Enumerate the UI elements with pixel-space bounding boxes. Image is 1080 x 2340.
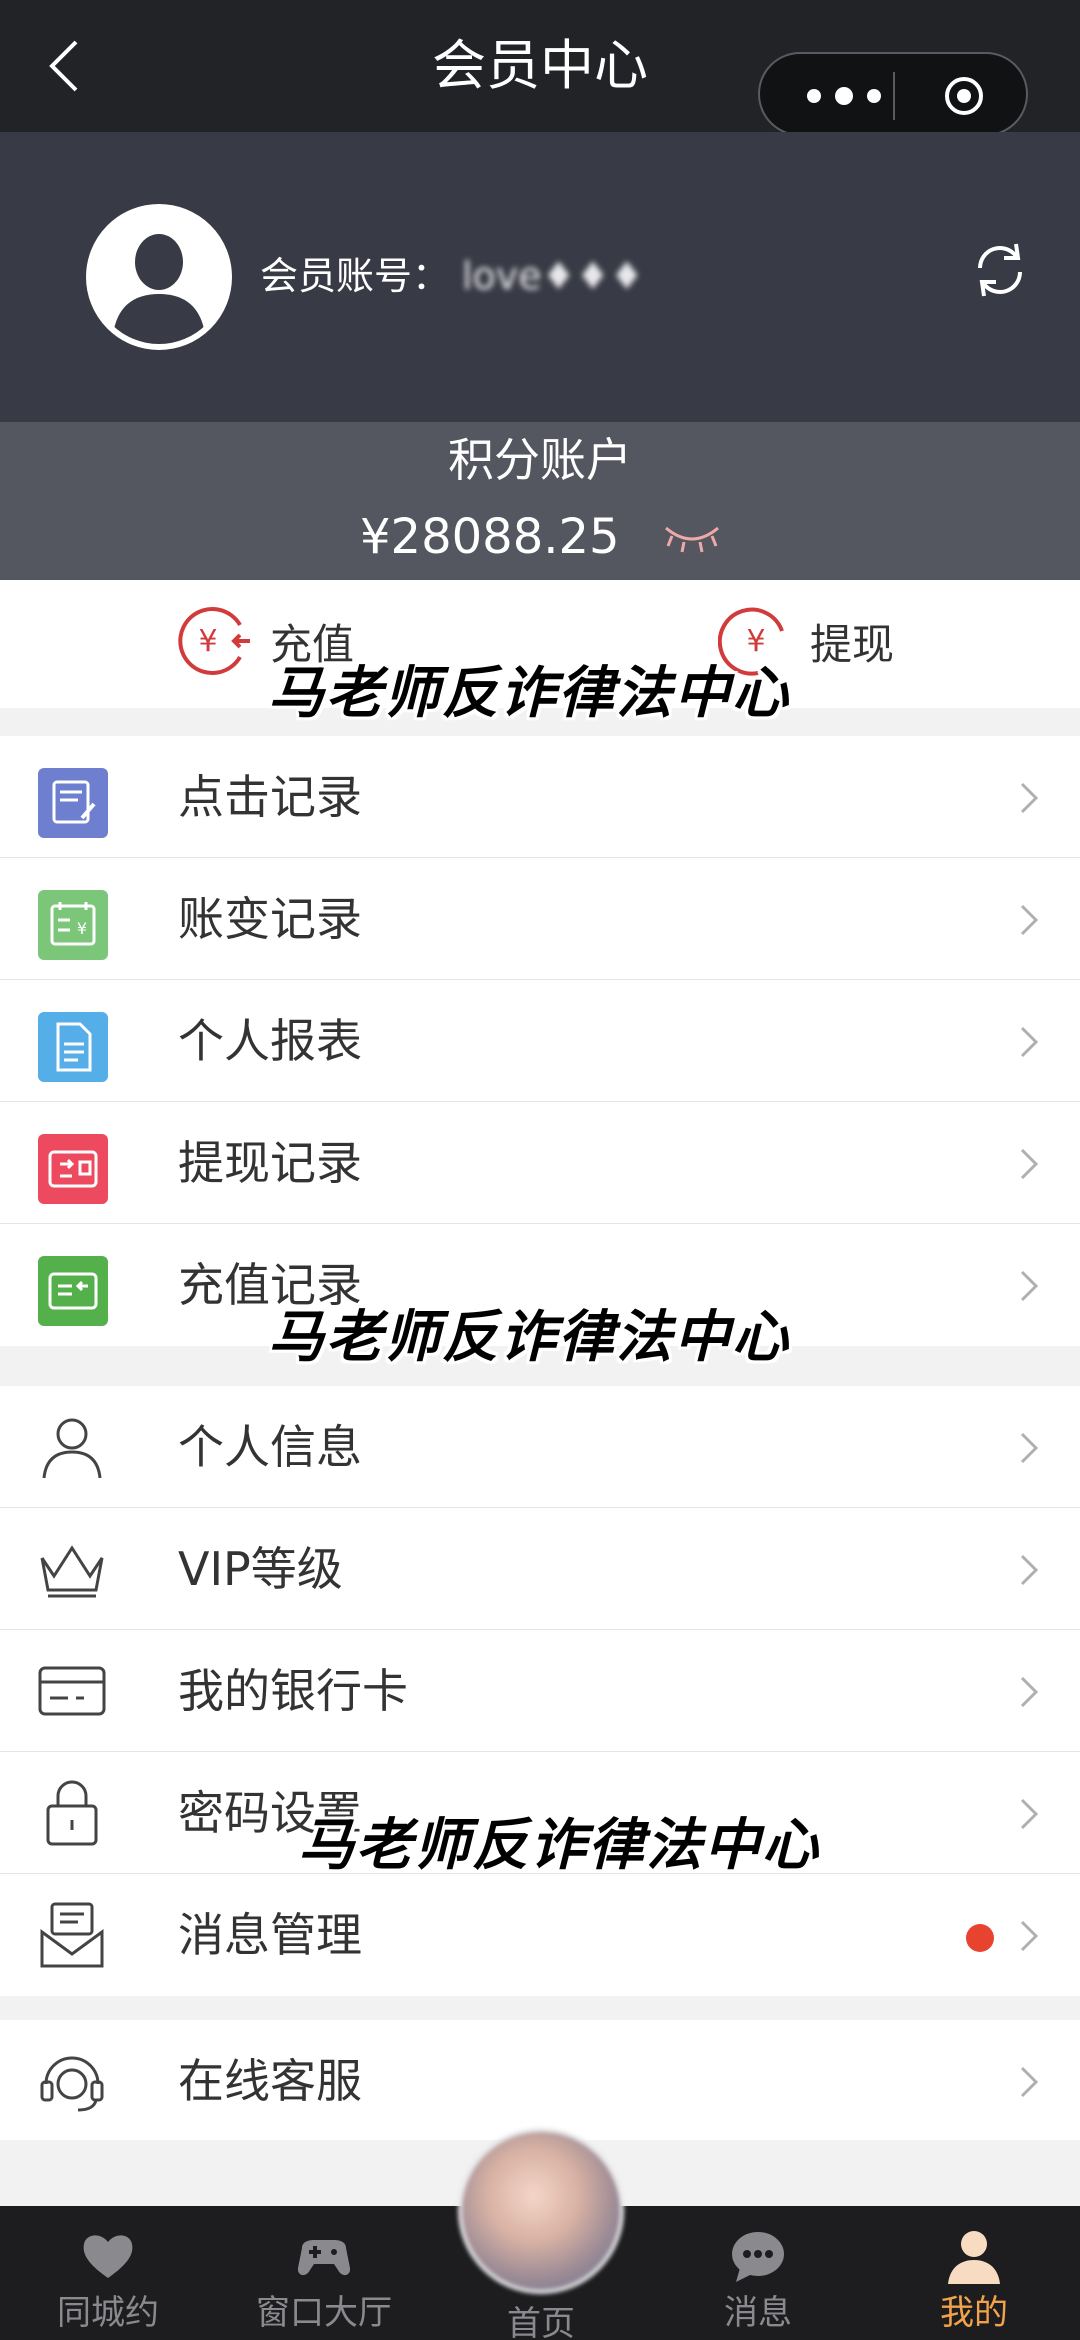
records-menu: 点击记录 ¥ 账变记录 个人报表 提现记录 充值记录 [0,736,1080,1346]
menu-label: 我的银行卡 [178,1664,408,1718]
tab-nearby[interactable]: 同城约 [8,2206,208,2340]
profile-icon [948,2231,1000,2284]
menu-item-message-management[interactable]: 消息管理 [0,1874,1080,1996]
chevron-right-icon [1020,1148,1039,1180]
tab-mine[interactable]: 我的 [874,2206,1074,2340]
tab-label: 同城约 [57,2293,159,2333]
crown-icon [40,1545,104,1598]
tab-messages[interactable]: 消息 [658,2206,858,2340]
chevron-right-icon [1020,1026,1039,1058]
menu-label: 账变记录 [178,892,362,946]
page: 会员中心 会员账号： love♦♦♦ 积分账户 ¥28088.25 ¥ 充值 ¥… [0,0,1080,2340]
click-record-icon [38,768,108,838]
bank-card-icon [38,1666,106,1716]
chevron-right-icon [1020,1920,1039,1952]
chevron-right-icon [1020,1798,1039,1830]
gamepad-icon [297,2240,351,2276]
menu-label: VIP等级 [178,1542,343,1596]
capsule-divider [893,72,895,120]
settings-menu: 个人信息 VIP等级 我的银行卡 密码设置 消息管理 [0,1386,1080,1996]
account-value: love♦♦♦ [462,254,644,298]
tab-label: 窗口大厅 [256,2293,392,2333]
menu-item-bank-card[interactable]: 我的银行卡 [0,1630,1080,1752]
chevron-right-icon [1020,782,1039,814]
watermark: 马老师反诈律法中心 [268,1305,790,1370]
nav-bar: 会员中心 [0,0,1080,136]
account-label: 会员账号： [260,254,451,298]
svg-text:¥: ¥ [198,624,217,659]
watermark: 马老师反诈律法中心 [268,661,790,726]
points-amount: ¥28088.25 [360,509,620,565]
person-icon [42,1418,102,1479]
menu-label: 个人报表 [178,1014,362,1068]
chevron-right-icon [1020,904,1039,936]
tab-label: 我的 [940,2293,1008,2333]
eye-closed-icon[interactable] [662,520,722,556]
heart-icon [83,2235,133,2278]
menu-item-withdraw-record[interactable]: 提现记录 [0,1102,1080,1224]
menu-label: 提现记录 [178,1136,362,1190]
mini-program-capsule [758,52,1028,136]
menu-item-online-service[interactable]: 在线客服 [0,2020,1080,2142]
menu-label: 个人信息 [178,1420,362,1474]
message-icon [40,1902,104,1968]
withdraw-label: 提现 [810,619,895,669]
menu-item-personal-report[interactable]: 个人报表 [0,980,1080,1102]
user-header: 会员账号： love♦♦♦ [0,132,1080,422]
menu-label: 在线客服 [178,2054,362,2108]
headset-icon [40,2056,104,2112]
chevron-right-icon [1020,2066,1039,2098]
withdraw-record-icon [38,1134,108,1204]
menu-item-personal-info[interactable]: 个人信息 [0,1386,1080,1508]
menu-item-click-record[interactable]: 点击记录 [0,736,1080,858]
home-avatar[interactable] [458,2128,624,2294]
unread-dot [966,1924,994,1952]
chat-icon [732,2232,784,2282]
tab-label: 消息 [724,2293,792,2333]
points-account: 积分账户 ¥28088.25 [0,422,1080,580]
close-miniprogram-icon[interactable] [942,74,986,118]
service-menu: 在线客服 [0,2020,1080,2142]
menu-item-account-change[interactable]: ¥ 账变记录 [0,858,1080,980]
chevron-right-icon [1020,1554,1039,1586]
account-change-icon: ¥ [38,890,108,960]
default-avatar-icon [92,210,226,344]
svg-text:¥: ¥ [77,919,87,938]
recharge-icon: ¥ [178,607,250,675]
menu-item-vip-level[interactable]: VIP等级 [0,1508,1080,1630]
tab-home-label: 首页 [507,2304,575,2340]
more-icon[interactable] [794,76,894,116]
avatar[interactable] [86,204,232,350]
chevron-right-icon [1020,1676,1039,1708]
watermark: 马老师反诈律法中心 [298,1813,820,1878]
tab-window-hall[interactable]: 窗口大厅 [224,2206,424,2340]
chevron-right-icon [1020,1432,1039,1464]
recharge-record-icon [38,1256,108,1326]
menu-label: 点击记录 [178,770,362,824]
report-icon [38,1012,108,1082]
points-title: 积分账户 [448,433,632,487]
lock-icon [46,1780,98,1846]
menu-label: 消息管理 [178,1908,362,1962]
refresh-icon[interactable] [972,240,1028,300]
chevron-right-icon [1020,1270,1039,1302]
